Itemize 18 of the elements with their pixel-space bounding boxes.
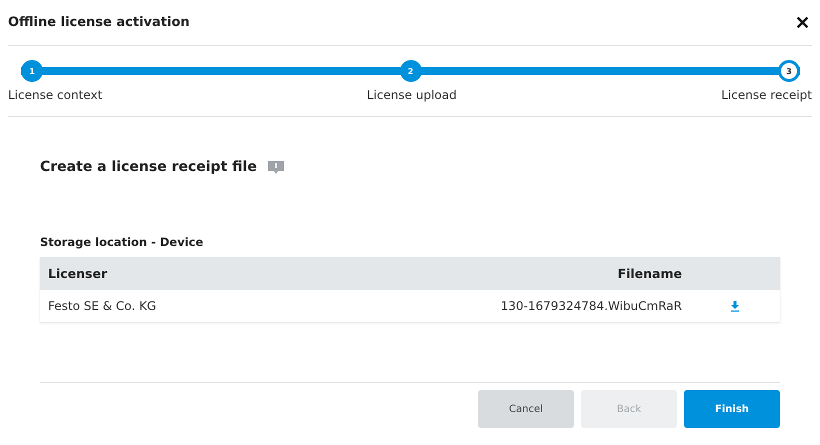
download-icon[interactable] — [730, 300, 740, 312]
step-circle[interactable]: 1 — [21, 60, 43, 82]
secondary-button[interactable]: Cancel — [478, 390, 574, 428]
comment-icon — [266, 160, 285, 174]
close-button[interactable]: ✕ — [793, 12, 812, 34]
storage-label: Storage location - Device — [40, 235, 204, 249]
table-cell-text: Festo SE & Co. KG — [47, 299, 158, 313]
step-label: License receipt — [721, 88, 812, 102]
step-label: License upload — [366, 88, 457, 102]
dialog-title: Offline license activation — [8, 15, 190, 30]
table-cell-text: 130-1679324784.WibuCmRaR — [500, 299, 683, 313]
section-heading: Create a license receipt file — [40, 159, 257, 175]
column-header: Licenser — [47, 266, 108, 281]
step-circle[interactable]: 3 — [778, 60, 800, 82]
step-label: License context — [8, 88, 102, 102]
primary-button[interactable]: Finish — [684, 390, 780, 428]
column-header: Filename — [616, 266, 683, 281]
step-circle[interactable]: 2 — [400, 60, 422, 82]
